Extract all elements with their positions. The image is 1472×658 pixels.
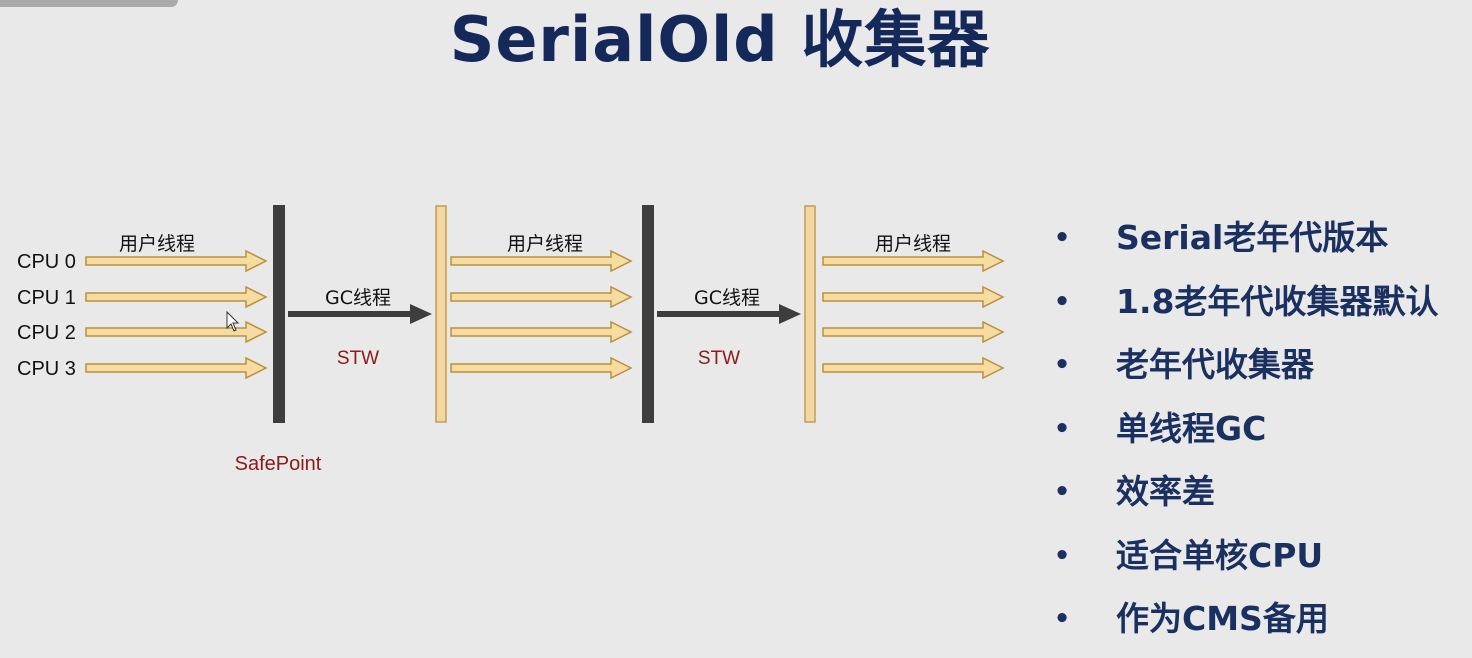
list-item-text: 作为CMS备用: [1116, 599, 1329, 638]
list-item-text: Serial老年代版本: [1116, 218, 1389, 257]
list-item: • 效率差: [1050, 466, 1438, 530]
list-item: • 单线程GC: [1050, 403, 1438, 467]
list-item: • 1.8老年代收集器默认: [1050, 276, 1439, 340]
user-thread-arrow: [822, 356, 1005, 380]
cpu-label: CPU 1: [17, 287, 76, 309]
cpu-label: CPU 0: [17, 251, 76, 273]
user-thread-arrow: [85, 356, 268, 380]
safepoint-bar: [642, 205, 654, 423]
bullet-icon: •: [1053, 413, 1071, 444]
list-item: • 适合单核CPU: [1050, 530, 1438, 594]
list-item-text: 单线程GC: [1116, 408, 1267, 448]
list-item-text: 适合单核CPU: [1116, 535, 1324, 575]
user-thread-arrow: [450, 320, 633, 344]
gc-thread-label: GC线程: [694, 287, 760, 309]
user-resume-bar: [435, 205, 447, 423]
user-thread-arrow: [822, 320, 1005, 344]
user-thread-label: 用户线程: [507, 233, 583, 255]
list-item: • Serial老年代版本: [1050, 212, 1438, 276]
user-thread-arrow: [85, 285, 268, 309]
gc-thread-label: GC线程: [325, 287, 391, 309]
user-thread-arrow: [450, 285, 633, 309]
stw-label: STW: [698, 348, 740, 369]
user-thread-arrow: [85, 320, 268, 344]
user-thread-arrow: [450, 356, 633, 380]
list-item-text: 老年代收集器: [1116, 345, 1314, 384]
bullet-icon: •: [1053, 350, 1071, 380]
user-resume-bar: [804, 205, 816, 423]
user-thread-label: 用户线程: [875, 233, 951, 255]
bullet-icon: •: [1053, 604, 1071, 634]
user-thread-arrow: [822, 285, 1005, 309]
bullet-icon: •: [1053, 223, 1071, 253]
bullet-icon: •: [1053, 477, 1071, 507]
list-item-text: 效率差: [1116, 472, 1215, 511]
list-item: • 老年代收集器: [1050, 339, 1438, 403]
stw-label: STW: [337, 348, 379, 369]
user-thread-label: 用户线程: [119, 233, 195, 255]
gc-timeline-diagram: CPU 0 CPU 1 CPU 2 CPU 3 用户线程 用户线程 用户线程 G…: [17, 205, 1005, 475]
safepoint-bar: [273, 205, 285, 423]
feature-list: • Serial老年代版本 • 1.8老年代收集器默认 • 老年代收集器 • 单线程GC…: [1050, 212, 1439, 657]
list-item-text: 1.8老年代收集器默认: [1116, 281, 1439, 321]
bullet-icon: •: [1053, 540, 1071, 571]
cpu-label: CPU 3: [17, 358, 76, 380]
cpu-label: CPU 2: [17, 322, 76, 344]
bullet-icon: •: [1053, 286, 1071, 317]
list-item: • 作为CMS备用: [1050, 593, 1438, 657]
safepoint-label: SafePoint: [235, 453, 322, 475]
